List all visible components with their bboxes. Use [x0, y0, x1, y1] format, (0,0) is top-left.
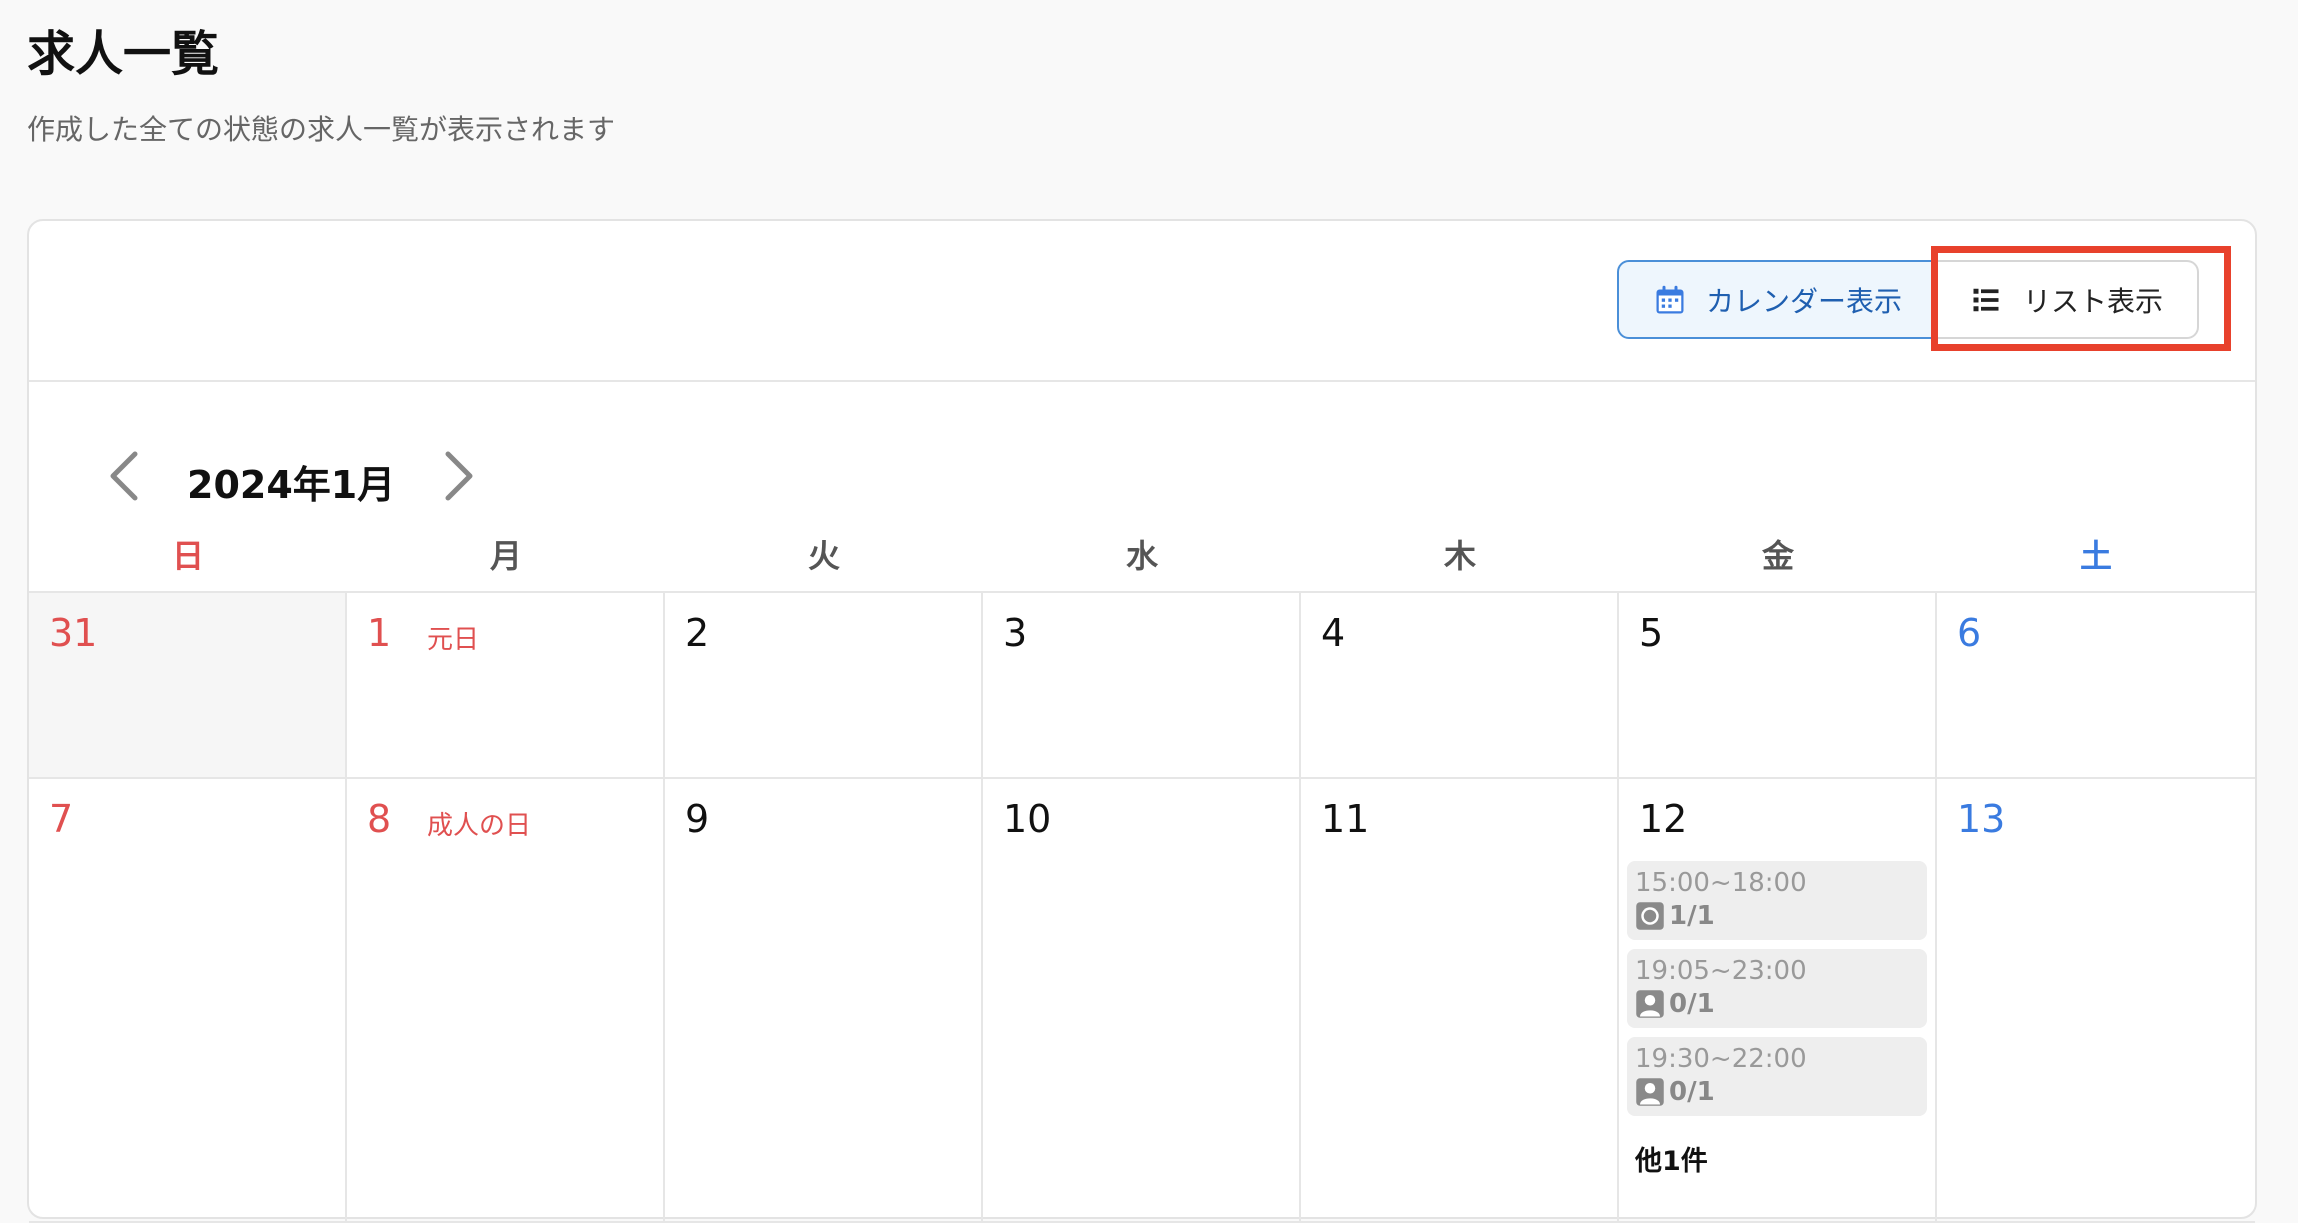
day-number: 7 — [49, 797, 74, 841]
day-number: 10 — [1003, 797, 1052, 841]
circle-status-icon — [1635, 901, 1665, 931]
event-count-row: 0/1 — [1635, 987, 1919, 1021]
event-count: 0/1 — [1669, 989, 1715, 1019]
weekday-thursday: 木 — [1443, 537, 1476, 575]
job-event[interactable]: 19:05~23:00 0/1 — [1627, 949, 1927, 1028]
event-time: 19:30~22:00 — [1635, 1044, 1807, 1074]
calendar-day-cell[interactable]: 8 成人の日 — [347, 779, 665, 1223]
event-count-row: 1/1 — [1635, 899, 1919, 933]
calendar-view-button[interactable]: カレンダー表示 — [1617, 260, 1937, 339]
calendar-day-cell[interactable]: 31 — [29, 593, 347, 779]
weekday-friday: 金 — [1761, 537, 1794, 575]
day-number: 31 — [49, 611, 98, 655]
day-number: 4 — [1321, 611, 1346, 655]
job-list-card: カレンダー表示 リスト表示 2024年1月 日 月 火 水 木 金 土 31 1… — [27, 219, 2257, 1223]
calendar-day-cell[interactable]: 9 — [665, 779, 983, 1223]
weekday-saturday: 土 — [2079, 537, 2112, 575]
calendar-icon — [1652, 282, 1688, 318]
holiday-label: 元日 — [427, 625, 480, 655]
list-icon — [1971, 285, 2001, 315]
prev-month-button[interactable] — [99, 446, 149, 506]
event-time: 19:05~23:00 — [1635, 956, 1807, 986]
event-time: 15:00~18:00 — [1635, 868, 1807, 898]
day-number: 3 — [1003, 611, 1028, 655]
calendar-day-cell[interactable]: 7 — [29, 779, 347, 1223]
holiday-label: 成人の日 — [427, 811, 532, 841]
page-title: 求人一覧 — [27, 26, 220, 82]
calendar-day-cell[interactable]: 10 — [983, 779, 1301, 1223]
calendar-view-label: カレンダー表示 — [1705, 284, 1902, 318]
page-subtitle: 作成した全ての状態の求人一覧が表示されます — [27, 113, 616, 146]
person-icon — [1635, 989, 1665, 1019]
calendar-day-cell[interactable]: 4 — [1301, 593, 1619, 779]
day-number: 5 — [1639, 611, 1664, 655]
weekday-wednesday: 水 — [1125, 537, 1158, 575]
view-toolbar: カレンダー表示 リスト表示 — [29, 221, 2255, 382]
day-number: 12 — [1639, 797, 1688, 841]
calendar-day-cell[interactable]: 6 — [1937, 593, 2255, 779]
calendar-day-cell[interactable]: 13 — [1937, 779, 2255, 1223]
weekday-header: 日 月 火 水 木 金 土 — [29, 531, 2255, 576]
weekday-sunday: 日 — [171, 537, 204, 575]
calendar-grid: 31 1 元日 2 3 4 5 6 7 8 成人の日 9 10 11 12 15… — [29, 591, 2255, 1223]
day-number: 2 — [685, 611, 710, 655]
job-event[interactable]: 19:30~22:00 0/1 — [1627, 1037, 1927, 1116]
day-number: 11 — [1321, 797, 1370, 841]
month-label: 2024年1月 — [187, 463, 396, 507]
day-number: 9 — [685, 797, 710, 841]
calendar-day-cell[interactable]: 12 15:00~18:00 1/1 19:05~23:00 0/1 19:30… — [1619, 779, 1937, 1223]
chevron-right-icon — [434, 451, 484, 510]
day-number: 1 — [367, 611, 392, 655]
list-view-label: リスト表示 — [2022, 284, 2163, 318]
person-icon — [1635, 1077, 1665, 1107]
weekday-monday: 月 — [489, 537, 522, 575]
next-month-button[interactable] — [434, 446, 484, 506]
weekday-tuesday: 火 — [807, 537, 840, 575]
day-number: 13 — [1957, 797, 2006, 841]
calendar-day-cell[interactable]: 1 元日 — [347, 593, 665, 779]
chevron-left-icon — [99, 451, 149, 510]
job-event[interactable]: 15:00~18:00 1/1 — [1627, 861, 1927, 940]
day-number: 6 — [1957, 611, 1982, 655]
day-number: 8 — [367, 797, 392, 841]
event-count: 0/1 — [1669, 1077, 1715, 1107]
calendar-day-cell[interactable]: 3 — [983, 593, 1301, 779]
event-count-row: 0/1 — [1635, 1075, 1919, 1109]
list-view-button[interactable]: リスト表示 — [1937, 260, 2199, 339]
event-count: 1/1 — [1669, 901, 1715, 931]
more-events-link[interactable]: 他1件 — [1635, 1139, 1708, 1178]
calendar-day-cell[interactable]: 11 — [1301, 779, 1619, 1223]
calendar-day-cell[interactable]: 2 — [665, 593, 983, 779]
calendar-day-cell[interactable]: 5 — [1619, 593, 1937, 779]
